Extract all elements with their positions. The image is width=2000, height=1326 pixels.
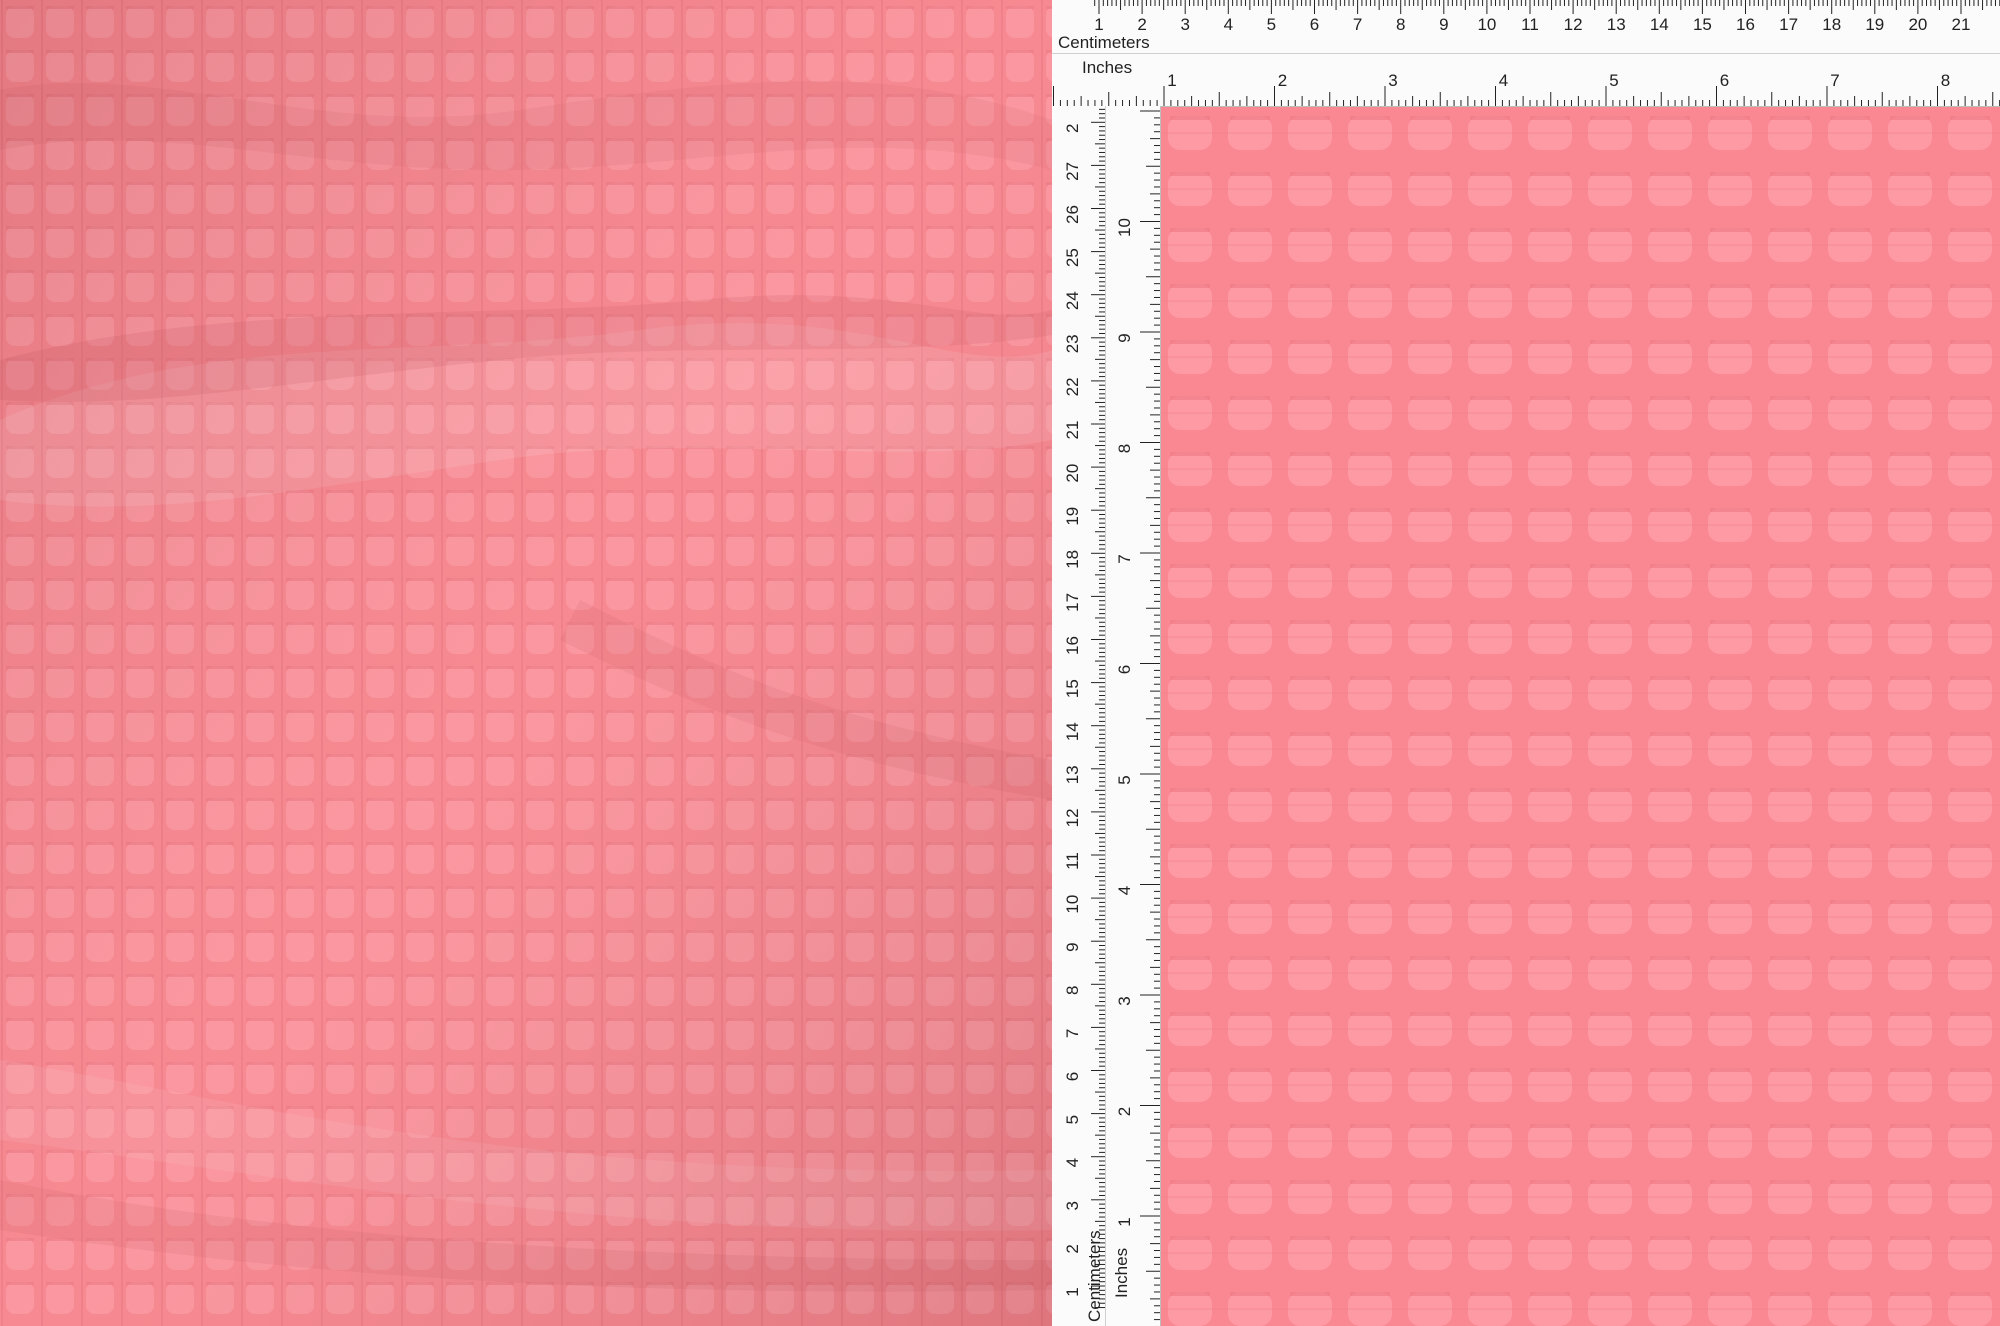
ruler-cm-h-number: 3 xyxy=(1180,15,1189,34)
ruler-cm-h-number: 7 xyxy=(1353,15,1362,34)
ruler-cm-v-label: Centimeters xyxy=(1085,1230,1104,1322)
ruler-in-v-label: Inches xyxy=(1112,1247,1131,1298)
ruler-cm-h-number: 20 xyxy=(1908,15,1927,34)
ruler-cm-h-number: 1 xyxy=(1094,15,1103,34)
ruler-cm-h-number: 12 xyxy=(1564,15,1583,34)
ruler-cm-v-number: 4 xyxy=(1063,1158,1082,1167)
ruler-cm-v-number: 15 xyxy=(1063,679,1082,698)
ruler-cm-v-number: 13 xyxy=(1063,765,1082,784)
ruler-cm-h-number: 8 xyxy=(1396,15,1405,34)
ruler-in-h-number: 6 xyxy=(1720,71,1729,90)
ruler-cm-v-number: 11 xyxy=(1063,852,1082,870)
ruler-cm-v-number: 23 xyxy=(1063,334,1082,353)
ruler-cm-h-number: 14 xyxy=(1650,15,1669,34)
ruler-cm-v-number: 3 xyxy=(1063,1201,1082,1210)
ruler-cm-v-number: 6 xyxy=(1063,1072,1082,1081)
draped-fabric-texture xyxy=(0,0,1052,1326)
ruler-in-v-number: 1 xyxy=(1115,1217,1134,1226)
ruler-in-v-number: 6 xyxy=(1115,665,1134,674)
ruler-cm-v-number: 18 xyxy=(1063,550,1082,569)
ruler-cm-h-number: 15 xyxy=(1693,15,1712,34)
ruler-in-h-scale: 1 2 3 4 5 6 7 8 xyxy=(1053,71,2000,106)
ruler-in-h-number: 5 xyxy=(1609,71,1618,90)
ruler-cm-v-number: 2 xyxy=(1063,1244,1082,1253)
ruler-cm-v-number: 8 xyxy=(1063,986,1082,995)
ruler-cm-h-number: 16 xyxy=(1736,15,1755,34)
draped-fabric-photo xyxy=(0,0,1052,1326)
ruler-cm-v-number: 25 xyxy=(1063,248,1082,267)
ruler-cm-v-number: 26 xyxy=(1063,205,1082,224)
ruler-cm-h-number: 19 xyxy=(1865,15,1884,34)
ruler-in-v-number: 8 xyxy=(1115,444,1134,453)
ruler-cm-h-number: 21 xyxy=(1952,15,1971,34)
ruler-centimeters-vertical: 1 2 3 4 5 6 7 8 9 10 11 12 13 14 15 16 17 18 19 20 21 22 23 24 2… xyxy=(1052,106,1106,1326)
ruler-cm-h-number: 18 xyxy=(1822,15,1841,34)
ruler-cm-h-label: Centimeters xyxy=(1058,33,1150,52)
ruler-cm-v-number: 9 xyxy=(1063,942,1082,951)
ruler-in-v-scale: 1 2 3 4 5 6 7 8 9 10 xyxy=(1115,110,1160,1321)
ruler-cm-v-number: 12 xyxy=(1063,808,1082,827)
ruler-cm-v-number: 27 xyxy=(1063,162,1082,181)
ruler-cm-h-number: 5 xyxy=(1267,15,1276,34)
ruler-cm-v-number: 7 xyxy=(1063,1029,1082,1038)
ruler-cm-v-number: 20 xyxy=(1063,464,1082,483)
ruler-cm-v-number: 1 xyxy=(1063,1287,1082,1296)
ruler-cm-h-number: 11 xyxy=(1521,15,1539,34)
ruler-cm-v-number: 5 xyxy=(1063,1115,1082,1124)
ruler-cm-v-number: 17 xyxy=(1063,593,1082,612)
ruler-cm-v-scale: 1234567891011121314151617181920212223242… xyxy=(1063,108,1105,1309)
ruler-cm-v-number: 19 xyxy=(1063,507,1082,526)
ruler-in-h-label: Inches xyxy=(1082,58,1133,77)
ruler-in-v-number: 7 xyxy=(1115,554,1134,563)
ruler-cm-v-number: 16 xyxy=(1063,636,1082,655)
ruler-in-v-number: 4 xyxy=(1115,886,1134,895)
ruler-cm-h-number: 10 xyxy=(1477,15,1496,34)
ruler-cm-h-number: 9 xyxy=(1439,15,1448,34)
fabric-product-photo: 1 2 3 4 5 6 7 8 9 10 11 12 13 14 15 16 17 18 19 20 21 Centim… xyxy=(0,0,2000,1326)
ruler-in-v-number: 9 xyxy=(1115,333,1134,342)
ruler-inches-vertical: 1 2 3 4 5 6 7 8 9 10 Inches xyxy=(1106,106,1161,1326)
flat-fabric-texture xyxy=(1160,106,2000,1326)
ruler-in-h-number: 1 xyxy=(1167,71,1176,90)
ruler-inches-horizontal: 1 2 3 4 5 6 7 8 Inches xyxy=(1052,54,2000,107)
ruler-cm-h-number: 4 xyxy=(1224,15,1233,34)
ruler-in-v-number: 5 xyxy=(1115,775,1134,784)
ruler-in-v-number: 3 xyxy=(1115,996,1134,1005)
ruler-cm-h-number: 13 xyxy=(1607,15,1626,34)
ruler-cm-h-number: 17 xyxy=(1779,15,1798,34)
ruler-in-v-number: 2 xyxy=(1115,1107,1134,1116)
ruler-cm-v-number: 2 xyxy=(1063,124,1082,133)
ruler-in-v-number: 10 xyxy=(1115,218,1134,237)
ruler-in-h-number: 4 xyxy=(1499,71,1508,90)
ruler-cm-h-number: 6 xyxy=(1310,15,1319,34)
flat-fabric-swatch xyxy=(1160,106,2000,1326)
ruler-cm-v-number: 10 xyxy=(1063,895,1082,914)
ruler-centimeters-horizontal: 1 2 3 4 5 6 7 8 9 10 11 12 13 14 15 16 17 18 19 20 21 Centim… xyxy=(1052,0,2000,54)
ruler-cm-v-number: 24 xyxy=(1063,291,1082,310)
ruler-in-h-number: 7 xyxy=(1830,71,1839,90)
ruler-cm-v-number: 22 xyxy=(1063,377,1082,396)
ruler-cm-v-number: 21 xyxy=(1063,421,1082,440)
ruler-cm-h-number: 2 xyxy=(1137,15,1146,34)
ruler-in-h-number: 8 xyxy=(1941,71,1950,90)
ruler-cm-h-scale: 1 2 3 4 5 6 7 8 9 10 11 12 13 14 15 16 17 18 19 20 21 xyxy=(1094,0,2000,34)
ruler-cm-v-number: 14 xyxy=(1063,722,1082,741)
ruler-in-h-number: 2 xyxy=(1278,71,1287,90)
ruler-in-h-number: 3 xyxy=(1388,71,1397,90)
